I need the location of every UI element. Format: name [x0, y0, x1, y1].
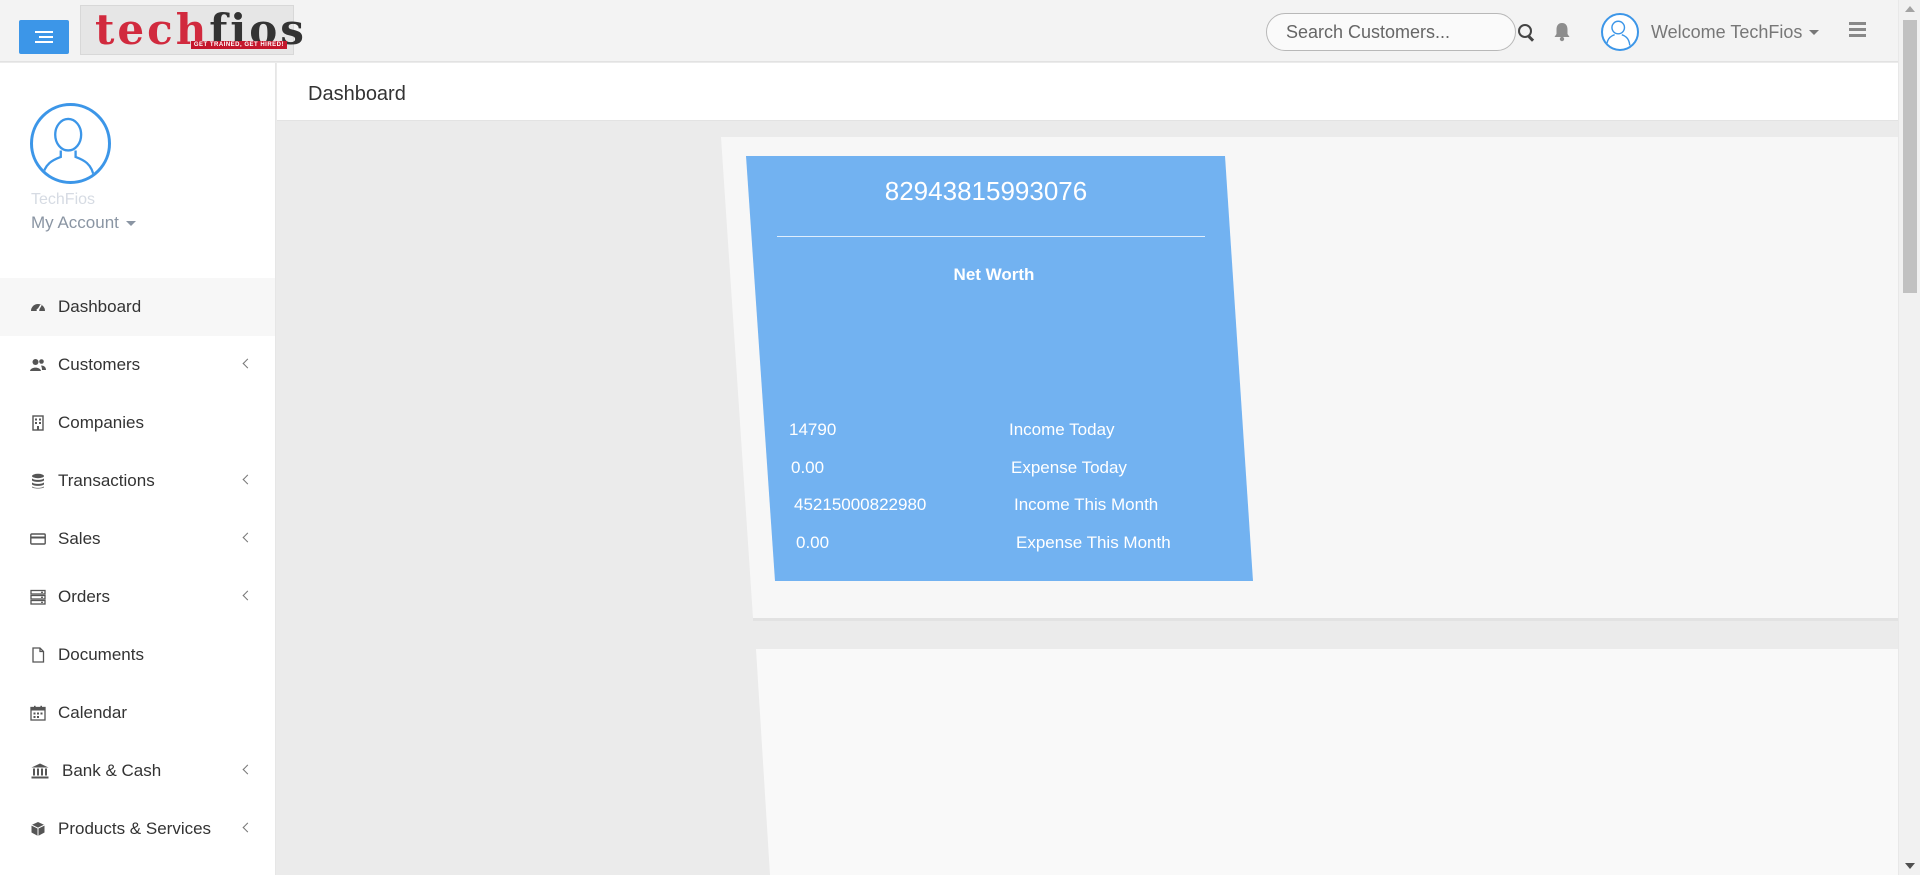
stat-label: Expense This Month [1016, 533, 1171, 552]
sidebar-item-sales[interactable]: Sales [0, 510, 275, 568]
chevron-left-icon [242, 590, 253, 601]
stat-label: Expense Today [1011, 458, 1127, 477]
page-scrollbar[interactable] [1898, 0, 1920, 875]
sidebar-item-label: Calendar [58, 703, 127, 722]
sidebar-item-label: Transactions [58, 471, 155, 490]
sidebar-item-dashboard[interactable]: Dashboard [0, 278, 275, 336]
sidebar: TechFios My Account Dashboard Customers … [0, 63, 276, 875]
sidebar-item-label: Dashboard [58, 297, 142, 316]
sidebar-item-bank-cash[interactable]: Bank & Cash [0, 742, 275, 800]
users-icon [30, 357, 46, 373]
net-worth-card: 82943815993076 Net Worth 14790 Income To… [746, 156, 1253, 581]
credit-card-icon [30, 531, 46, 547]
scroll-up-arrow-icon[interactable] [1905, 6, 1915, 12]
profile-name: TechFios [31, 191, 96, 208]
notification-bell-icon[interactable] [1553, 22, 1571, 42]
sidebar-item-label: Orders [58, 587, 110, 606]
top-navbar: techfios GET TRAINED, GET HIRED! Welcome… [0, 0, 1898, 62]
user-silhouette-icon [41, 117, 96, 179]
chevron-left-icon [242, 532, 253, 543]
stat-value: 0.00 [796, 533, 830, 552]
page-header: Dashboard [277, 63, 1898, 121]
sidebar-nav: Dashboard Customers Companies Transactio… [0, 278, 275, 858]
user-silhouette-icon [1605, 20, 1631, 46]
welcome-text: Welcome TechFios [1651, 21, 1803, 42]
cube-icon [30, 821, 46, 837]
logo-tagline: GET TRAINED, GET HIRED! [190, 41, 287, 49]
sidebar-item-transactions[interactable]: Transactions [0, 452, 275, 510]
my-account-label: My Account [31, 213, 119, 232]
menu-icon [35, 31, 53, 43]
net-worth-value: 82943815993076 [884, 176, 1088, 206]
sidebar-item-label: Customers [58, 355, 141, 374]
sidebar-item-customers[interactable]: Customers [0, 336, 275, 394]
sidebar-item-label: Bank & Cash [62, 761, 162, 780]
profile-avatar[interactable] [30, 103, 111, 184]
sidebar-item-label: Products & Services [58, 819, 212, 838]
database-icon [30, 473, 46, 489]
file-icon [30, 647, 46, 663]
stat-label: Income This Month [1014, 495, 1159, 514]
sidebar-item-documents[interactable]: Documents [0, 626, 275, 684]
avatar [1601, 13, 1639, 51]
my-account-dropdown[interactable]: My Account [31, 213, 136, 233]
right-sidebar-toggle[interactable] [1849, 22, 1866, 38]
chevron-down-icon [125, 221, 136, 227]
scrollbar-thumb[interactable] [1903, 20, 1917, 293]
net-worth-label: Net Worth [953, 265, 1035, 284]
building-icon [30, 415, 46, 431]
stat-label: Income Today [1009, 420, 1115, 439]
calendar-icon [30, 705, 46, 721]
sidebar-item-products-services[interactable]: Products & Services [0, 800, 275, 858]
chevron-left-icon [242, 474, 253, 485]
bank-icon [30, 763, 50, 779]
sidebar-item-orders[interactable]: Orders [0, 568, 275, 626]
chevron-left-icon [242, 764, 253, 775]
stat-value: 14790 [789, 420, 837, 439]
chevron-down-icon [1809, 29, 1820, 35]
sidebar-item-companies[interactable]: Companies [0, 394, 275, 452]
page-title: Dashboard [308, 83, 406, 105]
search-input[interactable] [1286, 21, 1518, 43]
scroll-down-arrow-icon[interactable] [1905, 863, 1915, 869]
sidebar-item-label: Companies [58, 413, 144, 432]
chevron-left-icon [242, 358, 253, 369]
customer-search [1266, 13, 1532, 51]
brand-logo[interactable]: techfios GET TRAINED, GET HIRED! [80, 5, 304, 55]
sidebar-item-label: Documents [58, 645, 144, 664]
stat-value: 0.00 [791, 458, 825, 477]
card-divider [777, 236, 1205, 237]
user-menu[interactable]: Welcome TechFios [1601, 12, 1820, 52]
dashboard-panel-secondary [756, 649, 1898, 875]
server-icon [30, 589, 46, 605]
sidebar-item-calendar[interactable]: Calendar [0, 684, 275, 742]
sidebar-toggle-button[interactable] [19, 20, 69, 54]
sidebar-item-label: Sales [58, 529, 101, 548]
stat-value: 45215000822980 [794, 495, 927, 514]
dashboard-icon [30, 299, 46, 315]
chevron-left-icon [242, 822, 253, 833]
